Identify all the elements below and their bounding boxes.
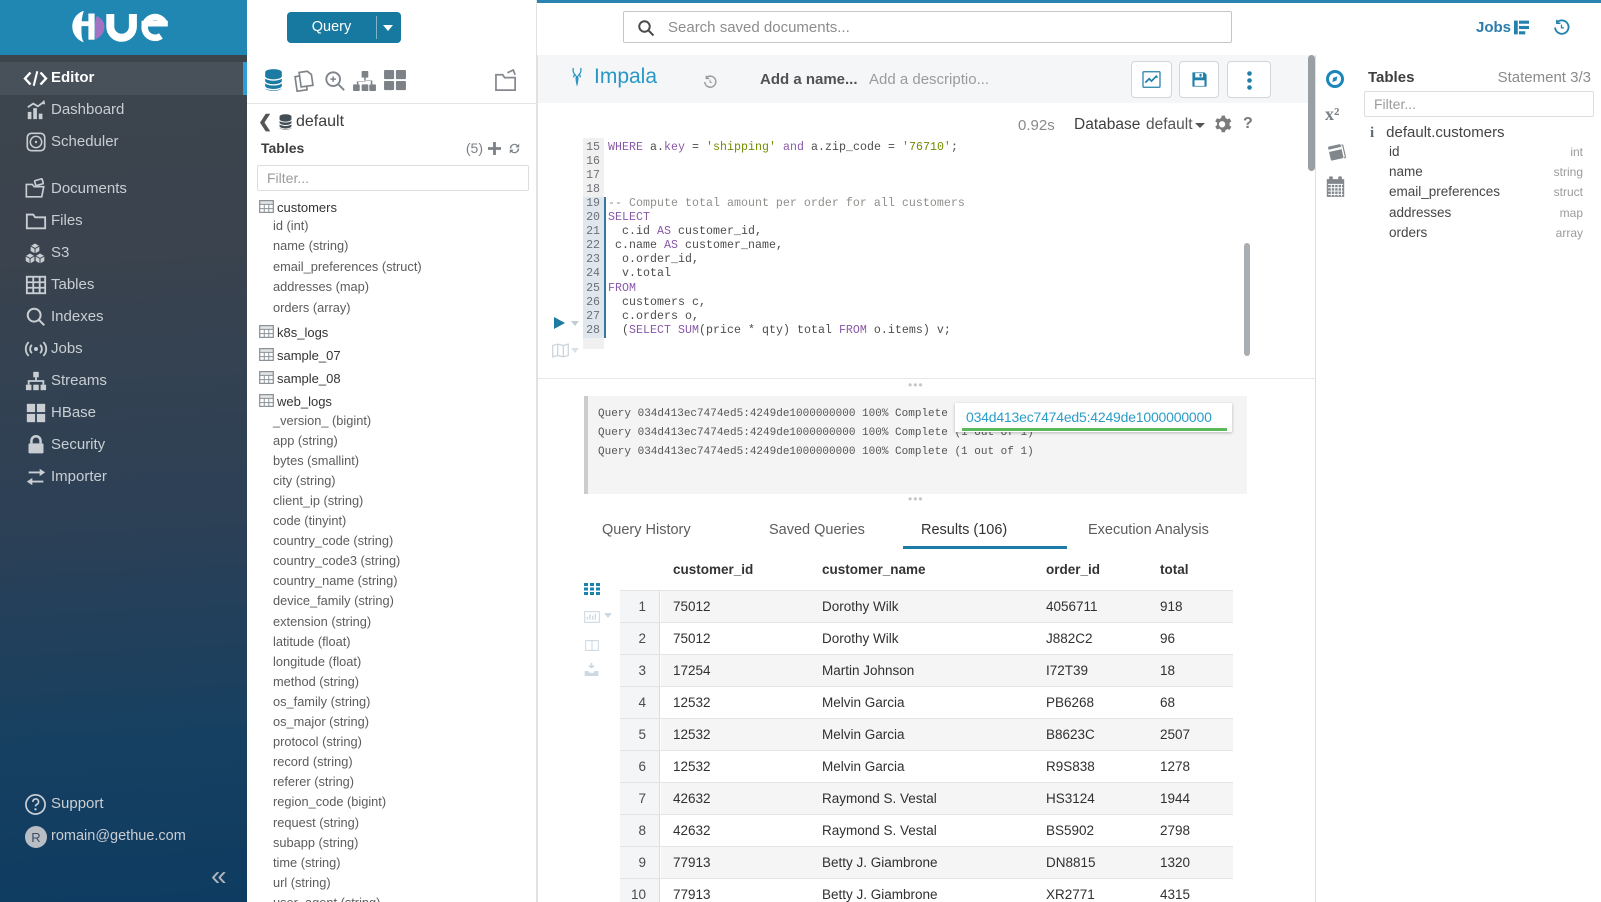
svg-text:R: R (31, 830, 40, 845)
